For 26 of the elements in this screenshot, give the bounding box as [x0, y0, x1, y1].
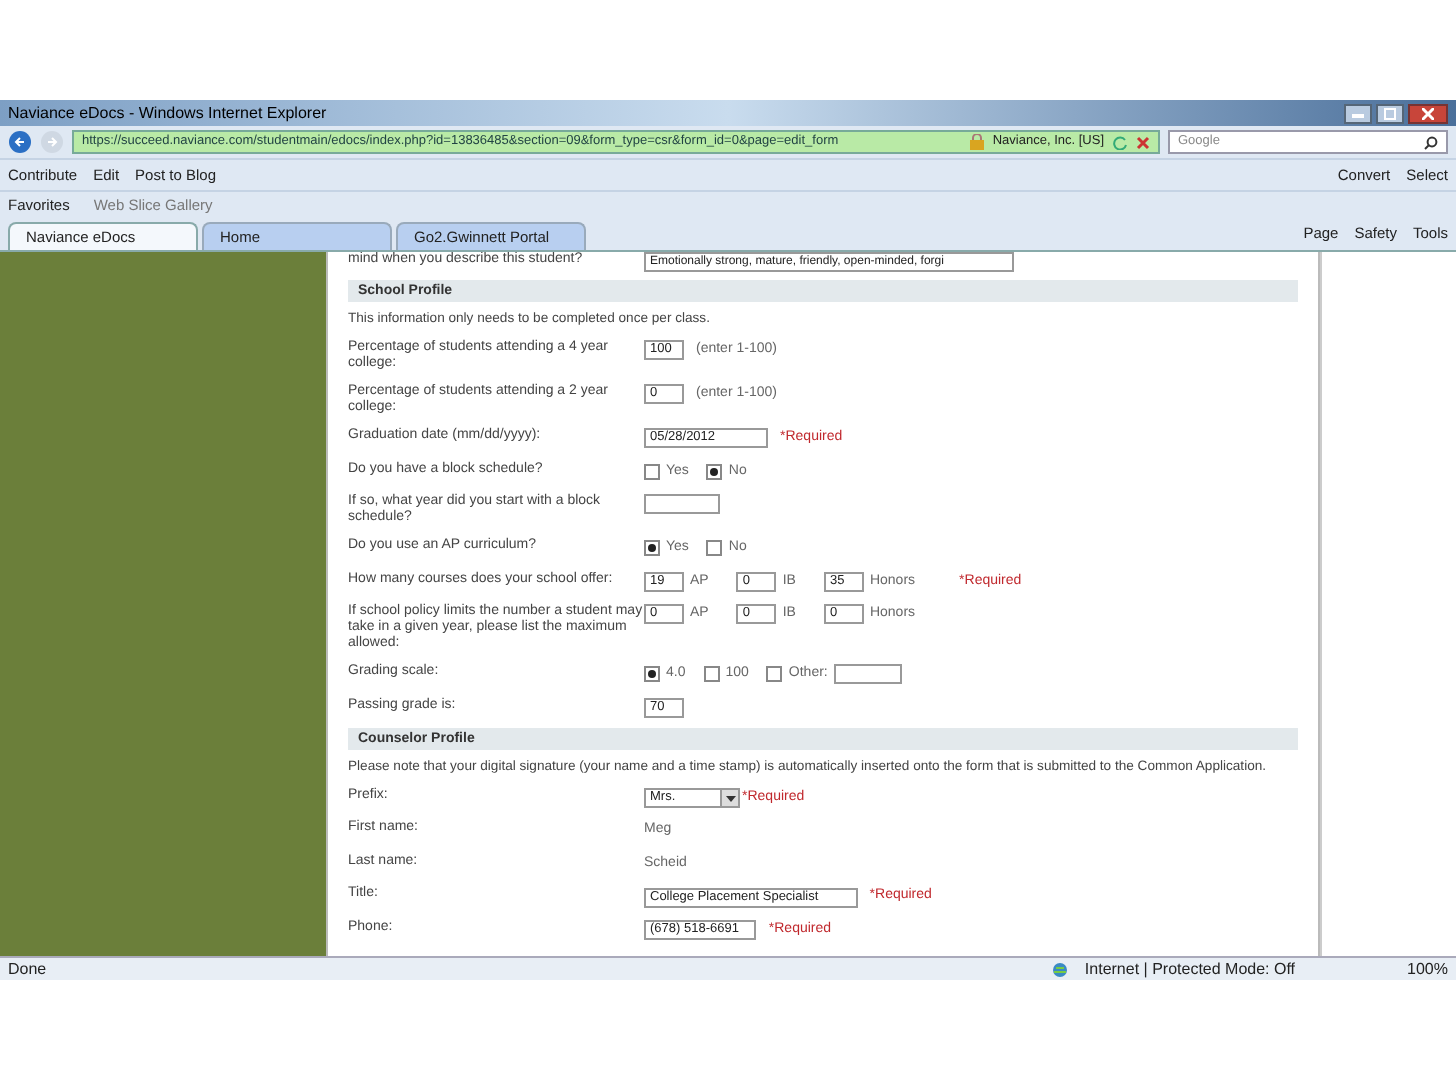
- minimize-icon: [1352, 109, 1364, 117]
- close-button[interactable]: [1408, 103, 1448, 123]
- maximize-button[interactable]: [1376, 103, 1404, 123]
- window-title: Naviance eDocs - Windows Internet Explorer: [8, 101, 327, 125]
- radio-button[interactable]: [706, 463, 723, 480]
- zoom-level[interactable]: 100%: [1407, 957, 1448, 981]
- radio-button[interactable]: [703, 666, 720, 683]
- radio-button[interactable]: [644, 463, 660, 480]
- refresh-icon[interactable]: [1112, 134, 1128, 150]
- radio-button[interactable]: [706, 540, 723, 557]
- lock-icon: [970, 134, 985, 150]
- globe-icon: [1052, 961, 1069, 977]
- close-icon: [1422, 107, 1434, 119]
- minimize-button[interactable]: [1344, 103, 1372, 123]
- maximize-icon: [1384, 107, 1396, 119]
- search-icon[interactable]: [1424, 135, 1438, 149]
- input-field[interactable]: [833, 664, 902, 685]
- radio-button[interactable]: [766, 666, 783, 683]
- input-field[interactable]: [644, 494, 720, 515]
- back-icon[interactable]: [8, 130, 32, 154]
- radio-button[interactable]: [644, 540, 660, 557]
- stop-icon[interactable]: [1136, 135, 1150, 149]
- caret-icon: [725, 795, 735, 802]
- radio-button[interactable]: [644, 666, 660, 683]
- security-zone: Internet | Protected Mode: Off: [1084, 957, 1296, 981]
- status-text: Done: [8, 957, 47, 981]
